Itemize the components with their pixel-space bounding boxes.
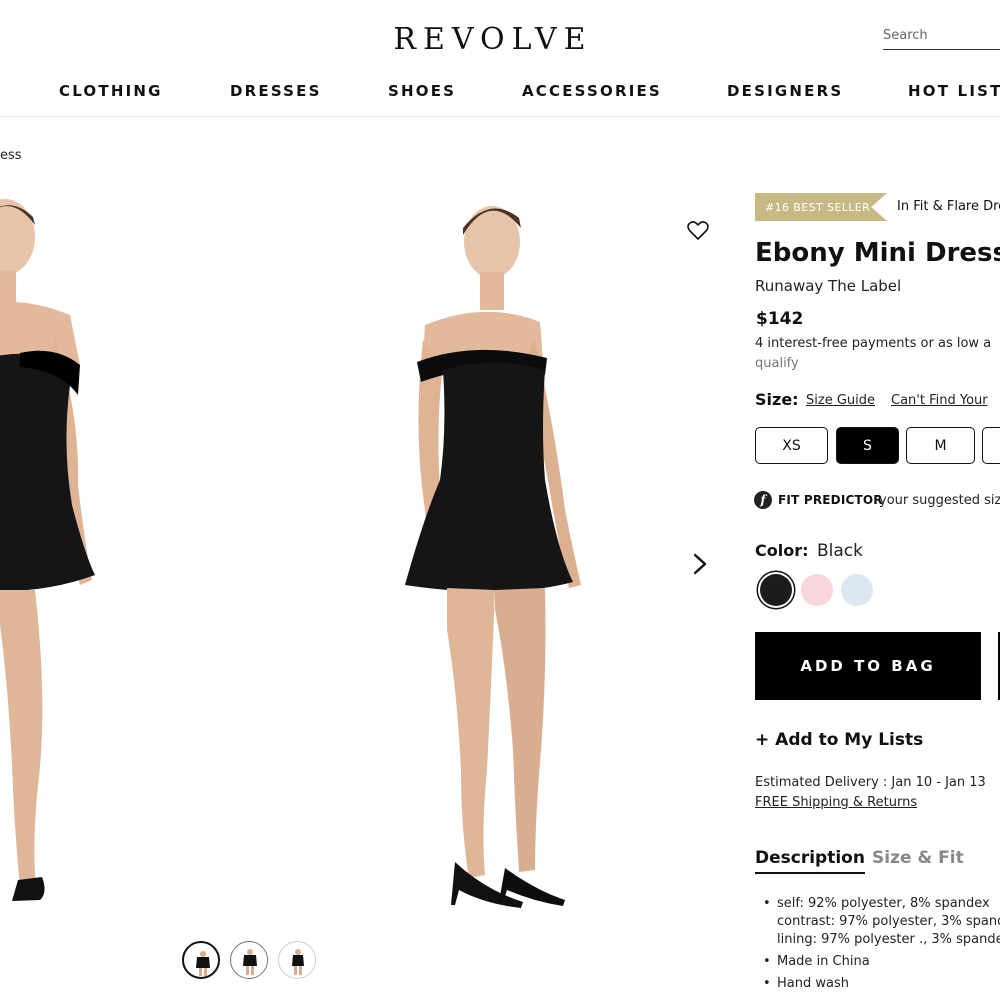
product-title: Ebony Mini Dress [755,238,1000,268]
best-seller-badge: #16 BEST SELLER [755,193,887,221]
size-option-next[interactable] [982,427,1000,464]
payments-qualify: qualify [755,356,799,371]
nav-clothing[interactable]: CLOTHING [59,82,163,100]
thumbnail-2[interactable] [230,941,268,979]
revolve-logo[interactable]: REVOLVE [373,22,613,57]
estimated-delivery: Estimated Delivery : Jan 10 - Jan 13 [755,775,986,790]
description-line: Made in China [777,954,870,969]
tab-size-fit[interactable]: Size & Fit [872,848,964,868]
free-shipping-link[interactable]: FREE Shipping & Returns [755,795,917,810]
model-illustration [405,206,581,908]
thumbnail-model [292,949,304,975]
color-label: Color: [755,541,809,560]
description-line: lining: 97% polyester ., 3% spandex [777,932,1000,947]
thumbnail-3[interactable] [278,941,316,979]
brand-link[interactable]: Runaway The Label [755,277,901,295]
cant-find-size-link[interactable]: Can't Find Your [891,393,988,408]
size-option-m[interactable]: M [906,427,975,464]
description-line: self: 92% polyester, 8% spandex [777,896,990,911]
size-guide-link[interactable]: Size Guide [806,393,875,408]
model-illustration [0,199,95,901]
heart-icon[interactable] [686,219,710,243]
nav-designers[interactable]: DESIGNERS [727,82,843,100]
size-option-xs[interactable]: XS [755,427,828,464]
nav-shoes[interactable]: SHOES [388,82,456,100]
search-input[interactable]: Search [883,28,1000,50]
description-list: self: 92% polyester, 8% spandex contrast… [760,895,1000,997]
color-swatch-pink[interactable] [801,574,833,606]
description-line: Hand wash [777,976,849,991]
description-line: contrast: 97% polyester, 3% spande [777,914,1000,929]
add-to-bag-button[interactable]: ADD TO BAG [755,632,981,700]
product-photo-side[interactable] [395,190,595,925]
product-photo-front[interactable] [0,185,140,925]
nav-dresses[interactable]: DRESSES [230,82,322,100]
list-item: self: 92% polyester, 8% spandex contrast… [760,895,1000,949]
list-item: Hand wash [760,975,1000,993]
fit-predictor-label[interactable]: FIT PREDICTOR [778,493,883,507]
color-swatch-blue[interactable] [841,574,873,606]
add-to-lists-button[interactable]: + Add to My Lists [755,730,923,750]
nav-hot-list[interactable]: HOT LIST [908,82,1000,100]
tab-description[interactable]: Description [755,848,865,874]
color-value: Black [817,541,863,561]
main-nav: CLOTHING DRESSES SHOES ACCESSORIES DESIG… [0,82,1000,104]
fit-predictor-icon: f [754,491,772,509]
color-swatch-black[interactable] [760,574,792,606]
payments-info: 4 interest-free payments or as low a [755,336,992,351]
list-item: Made in China [760,953,1000,971]
nav-accessories[interactable]: ACCESSORIES [522,82,662,100]
thumbnail-model [196,951,210,976]
best-seller-category-link[interactable]: In Fit & Flare Dre [897,199,1000,214]
fit-predictor-text: your suggested siz [879,493,1000,508]
size-option-s[interactable]: S [836,427,899,464]
thumbnail-1[interactable] [182,941,220,979]
size-label: Size: [755,390,799,409]
product-price: $142 [756,309,804,329]
header-divider [0,116,1000,117]
chevron-right-icon[interactable] [690,552,710,576]
breadcrumb[interactable]: ess [0,148,22,163]
thumbnail-model [243,949,257,975]
